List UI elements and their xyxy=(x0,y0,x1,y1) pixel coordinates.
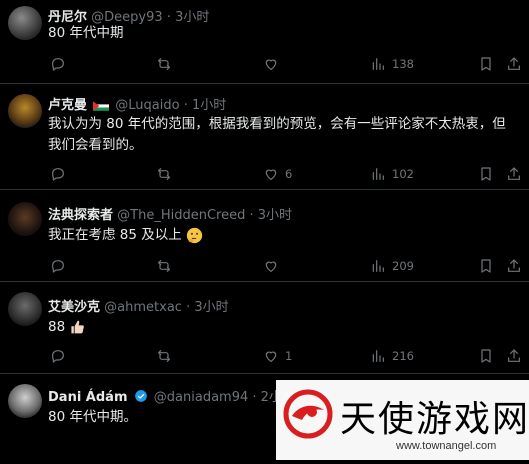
bookmark-icon xyxy=(481,167,491,181)
share-icon xyxy=(508,57,520,70)
bookmark-icon xyxy=(481,259,491,273)
views-button[interactable]: 216 xyxy=(370,346,414,366)
heart-icon xyxy=(265,59,277,70)
share-button[interactable] xyxy=(506,256,522,276)
retweet-button[interactable] xyxy=(156,164,172,184)
user-name[interactable]: 卢克曼 xyxy=(48,98,87,113)
heart-icon xyxy=(265,169,277,180)
tweet-text: 88 xyxy=(48,319,66,335)
reply-button[interactable] xyxy=(50,164,72,184)
view-count: 138 xyxy=(392,57,414,71)
thinking-face-emoji-icon xyxy=(186,227,203,243)
palestine-flag-icon xyxy=(93,100,110,111)
tweet-4[interactable]: 艾美沙克 @ahmetxac · 3小时 88 1 216 xyxy=(0,282,529,374)
share-icon xyxy=(508,349,520,362)
watermark-title: 天使游戏网 xyxy=(340,399,529,440)
retweet-icon xyxy=(158,350,170,362)
tweet-actions: 1 216 xyxy=(48,346,520,366)
thumbs-up-emoji-icon xyxy=(71,320,85,334)
separator-dot: · xyxy=(186,300,191,315)
user-handle[interactable]: @ahmetxac xyxy=(104,300,182,315)
avatar[interactable] xyxy=(8,6,42,40)
views-icon xyxy=(372,350,384,362)
bookmark-icon xyxy=(481,349,491,363)
like-button[interactable]: 6 xyxy=(263,164,292,184)
share-button[interactable] xyxy=(506,346,522,366)
like-button[interactable] xyxy=(263,256,285,276)
tweet-actions: 6 102 xyxy=(48,164,520,184)
tweet-text: 我正在考虑 85 及以上 xyxy=(48,227,182,243)
separator-dot: · xyxy=(252,390,257,405)
share-button[interactable] xyxy=(506,164,522,184)
share-icon xyxy=(508,167,520,180)
user-handle[interactable]: @daniadam94 xyxy=(154,390,248,405)
retweet-button[interactable] xyxy=(156,256,172,276)
views-icon xyxy=(372,58,384,70)
avatar[interactable] xyxy=(8,384,42,418)
like-button[interactable]: 1 xyxy=(263,346,292,366)
reply-button[interactable] xyxy=(50,256,72,276)
heart-icon xyxy=(265,351,277,362)
verified-badge-icon xyxy=(134,390,147,402)
bookmark-button[interactable] xyxy=(478,346,494,366)
bookmark-button[interactable] xyxy=(478,256,494,276)
watermark-logo-icon xyxy=(283,389,333,439)
retweet-icon xyxy=(158,260,170,272)
bookmark-button[interactable] xyxy=(478,54,494,74)
timestamp[interactable]: 3小时 xyxy=(194,300,228,315)
views-button[interactable]: 209 xyxy=(370,256,414,276)
user-name[interactable]: Dani Ádám xyxy=(48,390,128,405)
watermark: 天使游戏网 www.townangel.com xyxy=(276,380,529,460)
avatar[interactable] xyxy=(8,202,42,236)
retweet-button[interactable] xyxy=(156,54,172,74)
tweet-text-row: 88 xyxy=(48,317,518,338)
separator-dot: · xyxy=(249,208,254,223)
like-count: 6 xyxy=(285,167,293,181)
reply-icon xyxy=(52,168,64,181)
view-count: 216 xyxy=(392,349,414,363)
tweet-actions: 138 xyxy=(48,54,520,74)
watermark-url: www.townangel.com xyxy=(396,440,497,452)
views-button[interactable]: 138 xyxy=(370,54,414,74)
reply-icon xyxy=(52,350,64,363)
reply-icon xyxy=(52,58,64,71)
user-handle[interactable]: @The_HiddenCreed xyxy=(117,208,245,223)
views-button[interactable]: 102 xyxy=(370,164,414,184)
view-count: 102 xyxy=(392,167,414,181)
like-button[interactable] xyxy=(263,54,285,74)
more-options-icon[interactable] xyxy=(505,8,519,14)
retweet-icon xyxy=(158,168,170,180)
reply-button[interactable] xyxy=(50,54,72,74)
views-icon xyxy=(372,260,384,272)
timestamp[interactable]: 3小时 xyxy=(258,208,292,223)
like-count: 1 xyxy=(285,349,293,363)
share-button[interactable] xyxy=(506,54,522,74)
heart-icon xyxy=(265,261,277,272)
tweet-text-row: 我正在考虑 85 及以上 xyxy=(48,225,518,246)
retweet-icon xyxy=(158,58,170,70)
tweet-3[interactable]: 法典探索者 @The_HiddenCreed · 3小时 我正在考虑 85 及以… xyxy=(0,190,529,282)
reply-button[interactable] xyxy=(50,346,72,366)
bookmark-button[interactable] xyxy=(478,164,494,184)
share-icon xyxy=(508,259,520,272)
avatar[interactable] xyxy=(8,94,42,128)
tweet-2[interactable]: 卢克曼 @Luqaido · 1小时 我认为为 80 年代的范围，根据我看到的预… xyxy=(0,84,529,190)
avatar[interactable] xyxy=(8,292,42,326)
tweet-actions: 209 xyxy=(48,256,520,276)
view-count: 209 xyxy=(392,259,414,273)
separator-dot: · xyxy=(183,98,188,113)
reply-icon xyxy=(52,260,64,273)
user-handle[interactable]: @Luqaido xyxy=(115,98,179,113)
bookmark-icon xyxy=(481,57,491,71)
views-icon xyxy=(372,168,384,180)
timestamp[interactable]: 1小时 xyxy=(192,98,226,113)
tweet-text: 我认为为 80 年代的范围，根据我看到的预览，会有一些评论家不太热衷，但我们会看… xyxy=(48,116,506,153)
user-name[interactable]: 艾美沙克 xyxy=(48,300,100,315)
user-name[interactable]: 法典探索者 xyxy=(48,208,113,223)
tweet-1[interactable]: 丹尼尔 @Deepy93 · 3小时 80 年代中期 138 xyxy=(0,0,529,84)
retweet-button[interactable] xyxy=(156,346,172,366)
tweet-text: 80 年代中期 xyxy=(48,25,124,41)
